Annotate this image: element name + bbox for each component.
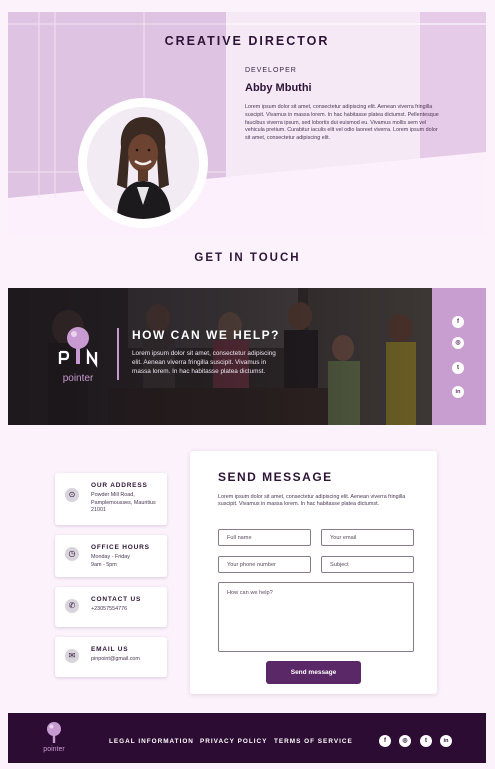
facebook-icon[interactable]: f: [452, 316, 464, 328]
help-banner: pointer HOW CAN WE HELP? Lorem ipsum dol…: [8, 288, 432, 425]
pin-logo-icon: [58, 327, 98, 368]
phone-card: ✆ CONTACT US +23057554776: [55, 587, 167, 627]
linkedin-icon[interactable]: in: [452, 386, 464, 398]
phone-value[interactable]: +23057554776: [91, 606, 163, 614]
footer-link-privacy[interactable]: PRIVACY POLICY: [200, 738, 267, 745]
section-title-get-in-touch: GET IN TOUCH: [194, 252, 301, 264]
avatar: [87, 107, 199, 219]
twitter-icon[interactable]: t: [420, 735, 432, 747]
footer-logo[interactable]: pointer: [38, 721, 70, 753]
phone-icon: ✆: [65, 599, 79, 613]
phone-field[interactable]: Your phone number: [218, 556, 311, 573]
location-icon: ⊙: [65, 488, 79, 502]
full-name-field[interactable]: Full name: [218, 529, 311, 546]
phone-title: CONTACT US: [91, 596, 142, 603]
email-field[interactable]: Your email: [321, 529, 414, 546]
pin-logo-icon: [47, 722, 61, 743]
contact-page: CREATIVE DIRECTOR DEVELOPER Abby Mbuthi …: [0, 0, 495, 769]
hero-title: CREATIVE DIRECTOR: [164, 34, 330, 48]
form-description: Lorem ipsum dolor sit amet, consectetur …: [218, 494, 406, 508]
address-title: OUR ADDRESS: [91, 482, 148, 489]
social-sidebar: f ◎ t in: [432, 288, 486, 425]
form-title: SEND MESSAGE: [218, 470, 333, 484]
footer: pointer LEGAL INFORMATION PRIVACY POLICY…: [8, 713, 486, 763]
message-textarea[interactable]: How can we help?: [218, 582, 414, 652]
help-title: HOW CAN WE HELP?: [132, 328, 280, 342]
mail-icon: ✉: [65, 649, 79, 663]
help-text: Lorem ipsum dolor sit amet, consectetur …: [132, 350, 276, 375]
bio-text: Lorem ipsum dolor sit amet, consectetur …: [245, 104, 439, 142]
avatar-frame: [78, 98, 208, 228]
hours-card: ◷ OFFICE HOURS Monday - Friday 9am - 5pm: [55, 535, 167, 577]
send-message-form: SEND MESSAGE Lorem ipsum dolor sit amet,…: [190, 451, 437, 694]
send-message-button[interactable]: Send message: [266, 661, 361, 684]
email-card: ✉ EMAIL US pinpoint@gmail.com: [55, 637, 167, 677]
hours-title: OFFICE HOURS: [91, 544, 150, 551]
twitter-icon[interactable]: t: [452, 362, 464, 374]
footer-link-legal[interactable]: LEGAL INFORMATION: [109, 738, 194, 745]
address-value: Powder Mill Road, Pamplemousses, Mauriti…: [91, 492, 156, 514]
pinpointer-logo: pointer: [52, 326, 104, 384]
email-value[interactable]: pinpoint@gmail.com: [91, 656, 163, 664]
portrait-image: [87, 107, 199, 219]
footer-logo-wordmark: pointer: [43, 746, 65, 753]
email-title: EMAIL US: [91, 646, 129, 653]
person-name: Abby Mbuthi: [245, 82, 312, 94]
hero-section: CREATIVE DIRECTOR DEVELOPER Abby Mbuthi …: [8, 12, 486, 236]
address-card: ⊙ OUR ADDRESS Powder Mill Road, Pamplemo…: [55, 473, 167, 525]
hours-value: Monday - Friday 9am - 5pm: [91, 554, 130, 568]
linkedin-icon[interactable]: in: [440, 735, 452, 747]
instagram-icon[interactable]: ◎: [399, 735, 411, 747]
role-label: DEVELOPER: [245, 67, 297, 74]
clock-icon: ◷: [65, 547, 79, 561]
instagram-icon[interactable]: ◎: [452, 337, 464, 349]
banner-divider: [117, 328, 119, 380]
subject-field[interactable]: Subject: [321, 556, 414, 573]
footer-link-terms[interactable]: TERMS OF SERVICE: [274, 738, 353, 745]
facebook-icon[interactable]: f: [379, 735, 391, 747]
